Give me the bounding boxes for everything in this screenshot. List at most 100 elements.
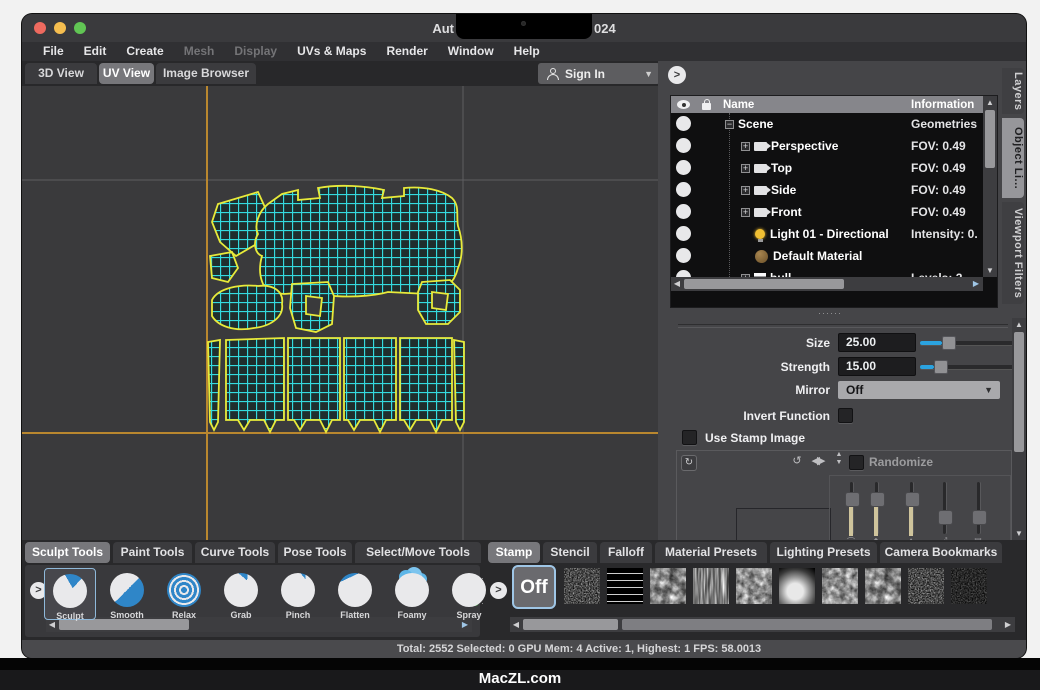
visibility-eye-icon[interactable]	[677, 100, 690, 109]
stamp-thumb-softblob[interactable]	[779, 568, 815, 604]
randomize-slider[interactable]	[875, 482, 878, 534]
tree-hscroll-thumb[interactable]	[684, 279, 844, 289]
tool-smooth[interactable]: Smooth	[101, 568, 153, 620]
tray-tab-curve-tools[interactable]: Curve Tools	[195, 542, 275, 563]
title-bar[interactable]: Aut 024	[22, 14, 1026, 42]
panel-collapse-arrow-icon[interactable]: >	[668, 66, 686, 84]
scroll-left-icon[interactable]: ◀	[510, 617, 522, 632]
stamp-off-button[interactable]: Off	[512, 565, 556, 609]
randomize-slider[interactable]	[977, 482, 980, 534]
randomize-slider[interactable]	[910, 482, 913, 534]
expander-plus-icon[interactable]: +	[741, 142, 750, 151]
stamp-thumb-coarse[interactable]	[822, 568, 858, 604]
tree-row-front[interactable]: +FrontFOV: 0.49	[671, 201, 997, 223]
scroll-down-icon[interactable]: ▼	[983, 264, 997, 277]
randomize-slider-handle[interactable]	[845, 492, 860, 507]
tree-vscroll-thumb[interactable]	[985, 110, 995, 168]
visibility-toggle[interactable]	[676, 182, 691, 197]
tree-row-scene[interactable]: −SceneGeometries	[671, 113, 997, 135]
stamp-thumb-blotch[interactable]	[736, 568, 772, 604]
side-tab-layers[interactable]: Layers	[1002, 68, 1024, 114]
tree-col-info[interactable]: Information	[911, 99, 974, 111]
tool-flatten[interactable]: Flatten	[329, 568, 381, 620]
uv-canvas[interactable]	[22, 86, 658, 540]
menu-mesh[interactable]: Mesh	[175, 42, 224, 61]
menu-uvs-maps[interactable]: UVs & Maps	[288, 42, 375, 61]
size-slider[interactable]	[920, 337, 1016, 349]
flip-horizontal-icon[interactable]: ◀▶	[809, 454, 825, 468]
stamp-thumb-grain[interactable]	[908, 568, 944, 604]
randomize-slider[interactable]	[850, 482, 853, 534]
tool-relax[interactable]: Relax	[158, 568, 210, 620]
tool-grab[interactable]: Grab	[215, 568, 267, 620]
stamp-refresh-icon[interactable]: ↻	[681, 455, 697, 471]
strength-slider[interactable]	[920, 361, 1016, 373]
menu-render[interactable]: Render	[377, 42, 436, 61]
stamp-thumb-splatter[interactable]	[865, 568, 901, 604]
tree-vscrollbar[interactable]: ▲ ▼	[983, 96, 997, 277]
side-tab-viewport-filters[interactable]: Viewport Filters	[1002, 202, 1024, 304]
expander-minus-icon[interactable]: −	[725, 120, 734, 129]
tree-hscrollbar[interactable]: ◀ ▶	[671, 277, 983, 291]
scroll-right-icon[interactable]: ▶	[1002, 617, 1014, 632]
mirror-dropdown[interactable]: Off ▼	[838, 381, 1000, 399]
tray-tab-select-move-tools[interactable]: Select/Move Tools	[355, 542, 481, 563]
visibility-toggle[interactable]	[676, 226, 691, 241]
expander-plus-icon[interactable]: +	[741, 186, 750, 195]
menu-display[interactable]: Display	[225, 42, 286, 61]
side-tab-object-li-[interactable]: Object Li...	[1002, 118, 1024, 198]
tree-col-name[interactable]: Name	[723, 99, 754, 111]
visibility-toggle[interactable]	[676, 204, 691, 219]
stamp-preview[interactable]	[736, 508, 831, 540]
size-field[interactable]: 25.00	[838, 333, 916, 352]
stamp-thumb-smudge[interactable]	[650, 568, 686, 604]
expander-plus-icon[interactable]: +	[741, 164, 750, 173]
uv-viewport[interactable]	[22, 86, 658, 540]
panel-splitter-handle[interactable]: ······	[818, 308, 842, 318]
rotate-icon[interactable]: ↺	[789, 454, 805, 468]
stamp-thumb-sparse[interactable]	[951, 568, 987, 604]
stamp-thumb-speckle[interactable]	[564, 568, 600, 604]
strength-field[interactable]: 15.00	[838, 357, 916, 376]
stamp-thumb-vstreaks[interactable]	[693, 568, 729, 604]
scroll-up-icon[interactable]: ▲	[1012, 318, 1026, 331]
visibility-toggle[interactable]	[676, 138, 691, 153]
tree-row-perspective[interactable]: +PerspectiveFOV: 0.49	[671, 135, 997, 157]
stamp-thumb-weave[interactable]	[607, 568, 643, 604]
randomize-slider-handle[interactable]	[870, 492, 885, 507]
preset-tray-scrollbar[interactable]: ◀ ▶	[510, 617, 1015, 632]
randomize-slider[interactable]	[943, 482, 946, 534]
size-slider-handle[interactable]	[942, 336, 956, 350]
tool-foamy[interactable]: Foamy	[386, 568, 438, 620]
visibility-toggle[interactable]	[676, 248, 691, 263]
sign-in-button[interactable]: Sign In ▼	[538, 63, 660, 84]
visibility-toggle[interactable]	[676, 160, 691, 175]
tool-pinch[interactable]: Pinch	[272, 568, 324, 620]
tree-row-default-material[interactable]: Default Material	[671, 245, 997, 267]
tab-image-browser[interactable]: Image Browser	[156, 63, 256, 84]
tray-tab-paint-tools[interactable]: Paint Tools	[113, 542, 192, 563]
lock-icon[interactable]	[702, 103, 711, 110]
scroll-right-icon[interactable]: ▶	[970, 277, 982, 291]
tab-3d-view[interactable]: 3D View	[25, 63, 97, 84]
tree-row-side[interactable]: +SideFOV: 0.49	[671, 179, 997, 201]
tray-tab-sculpt-tools[interactable]: Sculpt Tools	[25, 542, 110, 563]
menu-help[interactable]: Help	[505, 42, 549, 61]
uv-islands[interactable]	[208, 186, 464, 432]
props-vscroll-thumb[interactable]	[1014, 332, 1024, 452]
tree-row-light-01-directional[interactable]: Light 01 - DirectionalIntensity: 0.	[671, 223, 997, 245]
preset-scroll-thumb2[interactable]	[622, 619, 992, 630]
visibility-toggle[interactable]	[676, 116, 691, 131]
menu-file[interactable]: File	[34, 42, 73, 61]
tree-header[interactable]: Name Information	[671, 96, 997, 113]
menu-create[interactable]: Create	[117, 42, 172, 61]
tool-sculpt[interactable]: Sculpt	[44, 568, 96, 620]
use-stamp-checkbox[interactable]	[682, 430, 697, 445]
chevron-down-icon[interactable]: ▼	[644, 69, 653, 79]
randomize-slider-handle[interactable]	[905, 492, 920, 507]
tab-uv-view[interactable]: UV View	[99, 63, 154, 84]
randomize-slider-handle[interactable]	[972, 510, 987, 525]
menu-edit[interactable]: Edit	[75, 42, 116, 61]
tray-tab-lighting-presets[interactable]: Lighting Presets	[770, 542, 877, 563]
tree-row-top[interactable]: +TopFOV: 0.49	[671, 157, 997, 179]
